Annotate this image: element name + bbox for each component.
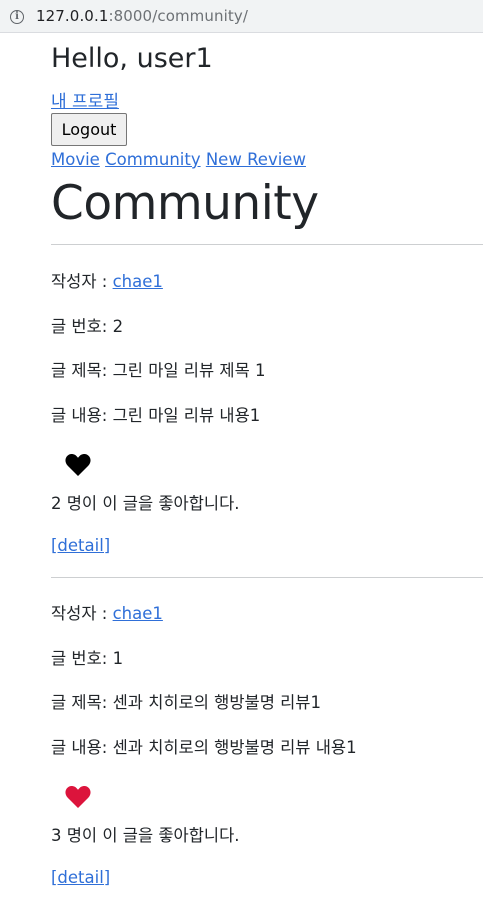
post-divider xyxy=(51,244,483,245)
like-count-value: 2 xyxy=(51,494,62,513)
post-content-label: 글 내용: xyxy=(51,738,113,757)
author-link[interactable]: chae1 xyxy=(113,604,163,623)
post-title-line: 글 제목: 센과 치히로의 행방불명 리뷰1 xyxy=(51,689,321,713)
heart-icon[interactable] xyxy=(65,786,91,808)
post-title-value: 센과 치히로의 행방불명 리뷰1 xyxy=(112,693,321,712)
url-field[interactable]: 127.0.0.1:8000/community/ xyxy=(36,7,248,25)
my-profile-link[interactable]: 내 프로필 xyxy=(51,87,119,112)
post-content-value: 그린 마일 리뷰 내용1 xyxy=(112,406,261,425)
author-label: 작성자 : xyxy=(51,604,113,623)
post-title-value: 그린 마일 리뷰 제목 1 xyxy=(112,361,266,380)
like-count-line: 3 명이 이 글을 좋아합니다. xyxy=(51,822,240,846)
like-count-line: 2 명이 이 글을 좋아합니다. xyxy=(51,490,240,514)
nav-movie-link[interactable]: Movie xyxy=(51,150,100,169)
url-host: 127.0.0.1 xyxy=(36,7,109,25)
heart-icon[interactable] xyxy=(65,454,91,476)
post-author-line: 작성자 : chae1 xyxy=(51,600,163,624)
post-content-line: 글 내용: 센과 치히로의 행방불명 리뷰 내용1 xyxy=(51,734,357,758)
author-label: 작성자 : xyxy=(51,272,113,291)
logout-button[interactable]: Logout xyxy=(51,113,127,146)
browser-address-bar: i 127.0.0.1:8000/community/ xyxy=(0,0,483,33)
detail-link[interactable]: [detail] xyxy=(51,536,110,555)
like-count-suffix: 명이 이 글을 좋아합니다. xyxy=(61,826,240,845)
post-author-line: 작성자 : chae1 xyxy=(51,268,163,292)
post-number-value: 2 xyxy=(112,317,124,336)
author-link[interactable]: chae1 xyxy=(113,272,163,291)
nav-new-review-link[interactable]: New Review xyxy=(206,150,306,169)
url-path: :8000/community/ xyxy=(108,7,248,25)
post-content-value: 센과 치히로의 행방불명 리뷰 내용1 xyxy=(112,738,357,757)
like-count-suffix: 명이 이 글을 좋아합니다. xyxy=(61,494,240,513)
post-number-label: 글 번호: xyxy=(51,317,113,336)
page-title: Community xyxy=(51,176,319,231)
greeting-heading: Hello, user1 xyxy=(51,43,213,74)
post-number-value: 1 xyxy=(112,649,124,668)
like-count-value: 3 xyxy=(51,826,62,845)
post-title-line: 글 제목: 그린 마일 리뷰 제목 1 xyxy=(51,357,266,381)
post-title-label: 글 제목: xyxy=(51,361,113,380)
post-content-label: 글 내용: xyxy=(51,406,113,425)
post-number-line: 글 번호: 2 xyxy=(51,313,123,337)
post-content-line: 글 내용: 그린 마일 리뷰 내용1 xyxy=(51,402,260,426)
post-title-label: 글 제목: xyxy=(51,693,113,712)
info-icon[interactable]: i xyxy=(10,10,24,24)
post-divider xyxy=(51,577,483,578)
post-number-line: 글 번호: 1 xyxy=(51,645,123,669)
nav-community-link[interactable]: Community xyxy=(105,150,201,169)
main-nav: Movie Community New Review xyxy=(51,150,306,169)
post-number-label: 글 번호: xyxy=(51,649,113,668)
detail-link[interactable]: [detail] xyxy=(51,868,110,887)
